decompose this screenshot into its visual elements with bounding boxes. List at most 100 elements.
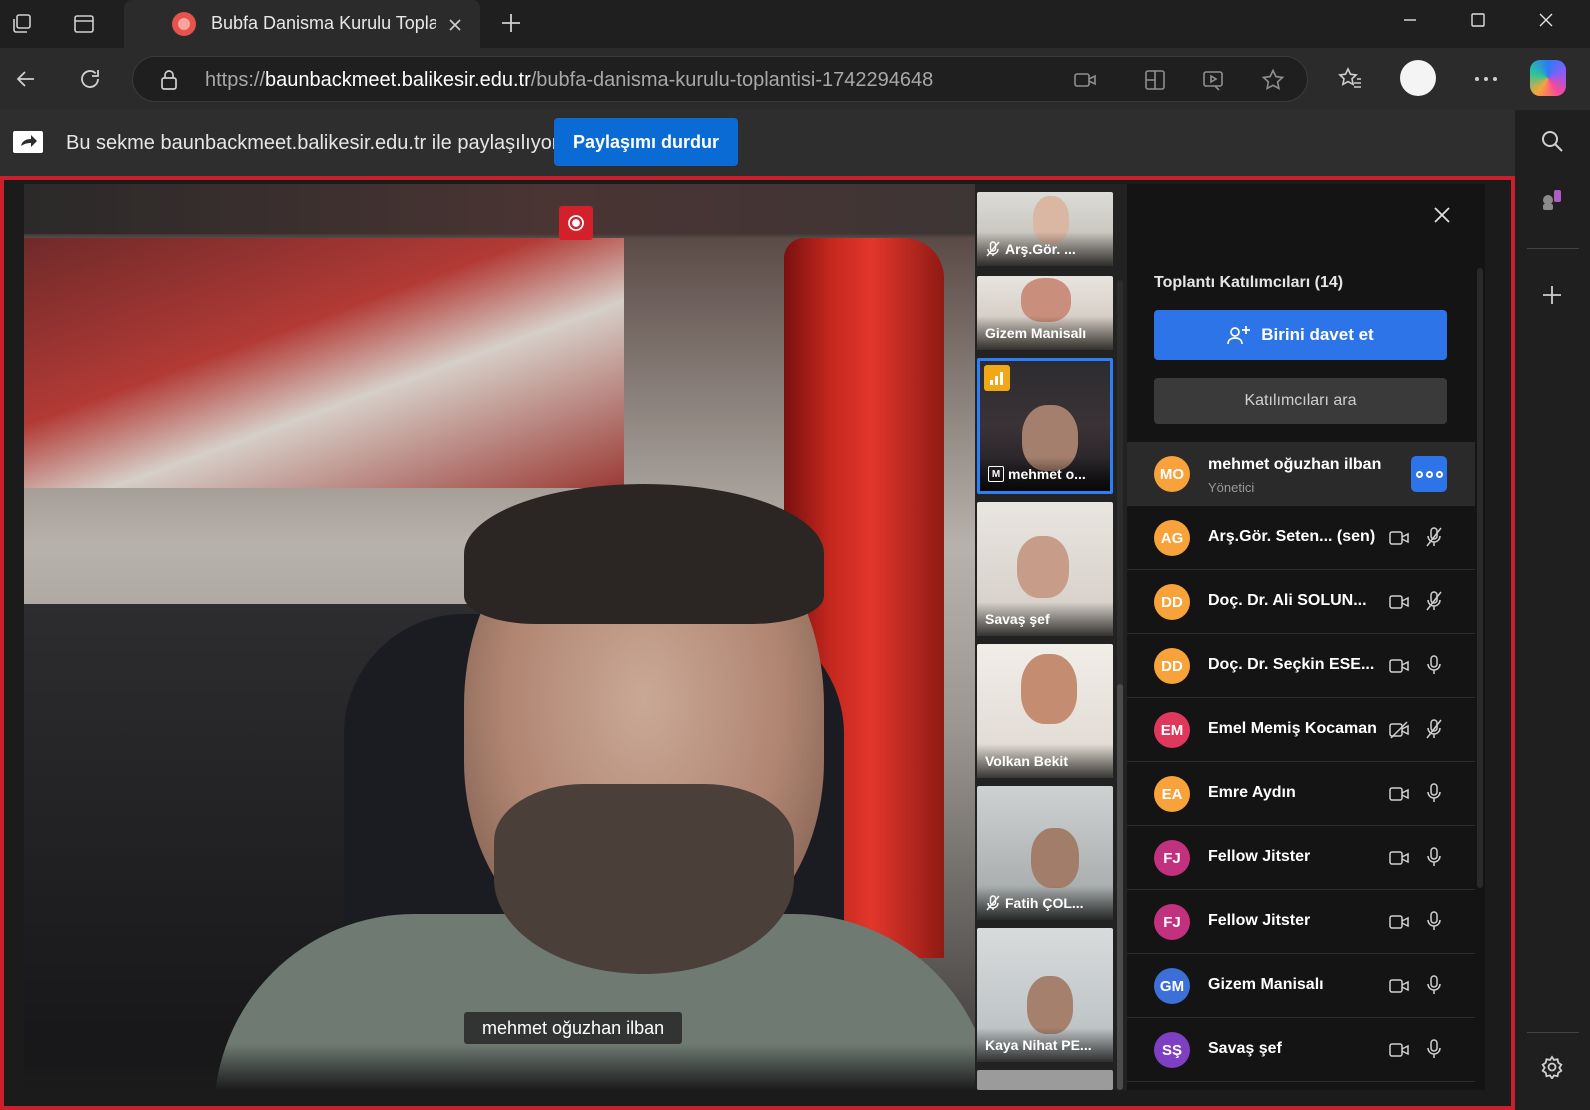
favorites-icon[interactable] — [1328, 57, 1372, 101]
thumbnail-label: Volkan Bekit — [977, 744, 1113, 778]
thumbnail-scrollbar-thumb[interactable] — [1117, 684, 1123, 1090]
invite-button[interactable]: Birini davet et — [1154, 310, 1447, 360]
collections-icon[interactable] — [2, 4, 42, 44]
close-icon[interactable] — [1427, 200, 1457, 230]
address-bar[interactable]: https://baunbackmeet.balikesir.edu.tr/bu… — [132, 56, 1308, 102]
participant-name: Gizem Manisalı — [1208, 976, 1324, 993]
thumbnail-tile-active[interactable]: M mehmet o... — [977, 358, 1113, 494]
url-text: https://baunbackmeet.balikesir.edu.tr/bu… — [205, 69, 934, 91]
panel-scrollbar[interactable] — [1477, 268, 1483, 888]
participant-name: Doç. Dr. Ali SOLUN... — [1208, 592, 1367, 609]
participant-search-input[interactable] — [1154, 378, 1447, 424]
back-icon[interactable] — [4, 57, 48, 101]
mic-icon — [1425, 783, 1443, 803]
participant-name: Emel Memiş Kocaman — [1208, 720, 1377, 737]
participant-name: Emre Aydın — [1208, 784, 1296, 801]
avatar: SŞ — [1154, 1032, 1190, 1068]
share-screen-icon — [12, 130, 44, 156]
participant-row[interactable]: FJ Fellow Jitster — [1127, 826, 1475, 890]
sidebar-divider — [1527, 1032, 1579, 1033]
main-video[interactable]: mehmet oğuzhan ilban — [24, 184, 975, 1090]
participant-row[interactable]: AG Arş.Gör. Seten... (sen) — [1127, 506, 1475, 570]
camera-icon — [1389, 657, 1409, 675]
participant-name: Fellow Jitster — [1208, 912, 1311, 929]
participants-panel: Toplantı Katılımcıları (14) Birini davet… — [1127, 184, 1485, 1090]
avatar: EM — [1154, 712, 1190, 748]
speaker-hair — [464, 484, 824, 624]
stop-sharing-button[interactable]: Paylaşımı durdur — [554, 118, 738, 166]
thumbnail-tile[interactable]: Fatih ÇOL... — [977, 786, 1113, 920]
wall-portrait — [24, 238, 624, 488]
mic-icon — [1425, 975, 1443, 995]
thumbnail-tile[interactable]: Kaya Nihat PE... — [977, 928, 1113, 1062]
thumbnail-tile[interactable]: Savaş şef — [977, 502, 1113, 636]
thumbnail-tile[interactable]: Arş.Gör. ... — [977, 192, 1113, 266]
shared-tab-frame: mehmet oğuzhan ilban Arş.Gör. ... Gizem … — [0, 176, 1515, 1110]
panel-title: Toplantı Katılımcıları (14) — [1154, 274, 1344, 291]
thumbnail-label: Gizem Manisalı — [977, 316, 1113, 350]
participant-row[interactable]: EA Emre Aydın — [1127, 762, 1475, 826]
avatar: EA — [1154, 776, 1190, 812]
participant-row[interactable]: GM Gizem Manisalı — [1127, 954, 1475, 1018]
mic-muted-icon — [986, 895, 1000, 911]
thumbnail-tile[interactable] — [977, 1070, 1113, 1090]
moderator-badge: M — [988, 466, 1004, 482]
browser-tab[interactable]: Bubfa Danisma Kurulu Toplantısı — [124, 0, 480, 48]
avatar: DD — [1154, 584, 1190, 620]
thumbnail-tile[interactable]: Gizem Manisalı — [977, 276, 1113, 350]
star-icon[interactable] — [1259, 66, 1287, 94]
thumbnail-strip: Arş.Gör. ... Gizem Manisalı M mehmet o..… — [975, 184, 1127, 1090]
add-icon[interactable] — [1533, 276, 1571, 314]
participant-row[interactable]: SŞ Savaş şef — [1127, 1018, 1475, 1082]
minimize-icon[interactable] — [1376, 0, 1444, 40]
participant-row[interactable]: DD Doç. Dr. Ali SOLUN... — [1127, 570, 1475, 634]
sharing-message: Bu sekme baunbackmeet.balikesir.edu.tr i… — [66, 132, 559, 154]
refresh-icon[interactable] — [68, 57, 112, 101]
camera-off-icon — [1389, 721, 1409, 739]
camera-icon — [1389, 785, 1409, 803]
participant-row-host[interactable]: MO mehmet oğuzhan ilban Yönetici — [1127, 442, 1475, 506]
audio-level-icon — [984, 365, 1010, 391]
video-top-bar — [24, 184, 975, 234]
settings-icon[interactable] — [1533, 1048, 1571, 1086]
window-close-icon[interactable] — [1512, 0, 1580, 40]
avatar: GM — [1154, 968, 1190, 1004]
participant-name: Fellow Jitster — [1208, 848, 1311, 865]
avatar: FJ — [1154, 904, 1190, 940]
speaker-beard — [494, 784, 794, 974]
thumbnail-label: M mehmet o... — [980, 457, 1110, 491]
tab-actions-icon[interactable] — [64, 4, 104, 44]
thumbnail-tile[interactable]: Volkan Bekit — [977, 644, 1113, 778]
participant-name: Doç. Dr. Seçkin ESE... — [1208, 656, 1375, 673]
new-tab-icon[interactable] — [494, 6, 528, 40]
lock-icon[interactable] — [155, 66, 183, 94]
active-speaker-label: mehmet oğuzhan ilban — [464, 1012, 683, 1044]
camera-icon[interactable] — [1071, 66, 1099, 94]
participant-row[interactable]: EM Emel Memiş Kocaman — [1127, 698, 1475, 762]
participant-row[interactable]: FJ Fellow Jitster — [1127, 890, 1475, 954]
copilot-icon[interactable] — [1530, 60, 1566, 96]
participant-row[interactable]: DD Doç. Dr. Seçkin ESE... — [1127, 634, 1475, 698]
more-options-button[interactable] — [1411, 456, 1447, 492]
mic-muted-icon — [1425, 591, 1443, 611]
mic-icon — [1425, 847, 1443, 867]
more-icon[interactable] — [1464, 57, 1508, 101]
camera-icon — [1389, 913, 1409, 931]
mic-icon — [1425, 911, 1443, 931]
thumbnail-label: Fatih ÇOL... — [977, 886, 1113, 920]
profile-icon[interactable] — [1400, 60, 1436, 96]
participant-name: mehmet oğuzhan ilban — [1208, 456, 1382, 473]
search-icon[interactable] — [1533, 122, 1571, 160]
mic-muted-icon — [1425, 527, 1443, 547]
tab-bar: Bubfa Danisma Kurulu Toplantısı — [0, 0, 1590, 48]
camera-icon — [1389, 593, 1409, 611]
participant-role: Yönetici — [1208, 480, 1255, 495]
maximize-icon[interactable] — [1444, 0, 1512, 40]
games-icon[interactable] — [1533, 180, 1571, 218]
split-screen-icon[interactable] — [1141, 66, 1169, 94]
camera-icon — [1389, 849, 1409, 867]
avatar: FJ — [1154, 840, 1190, 876]
immersive-reader-icon[interactable] — [1199, 66, 1227, 94]
close-icon[interactable] — [442, 12, 468, 38]
participant-name: Arş.Gör. Seten... (sen) — [1208, 528, 1376, 545]
